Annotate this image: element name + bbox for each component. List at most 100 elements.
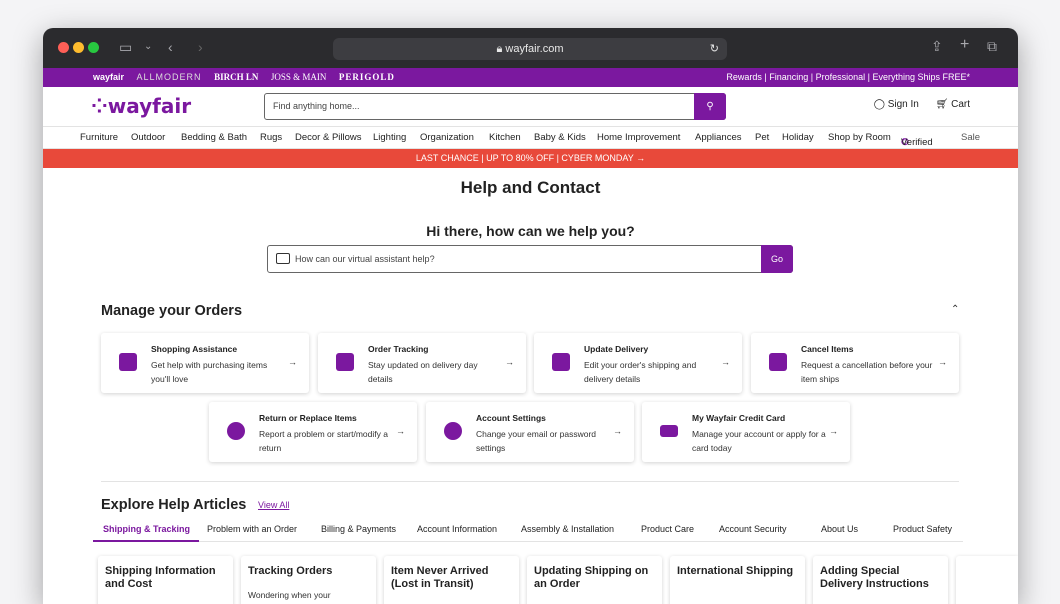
tab-account-information[interactable]: Account Information — [417, 524, 497, 534]
zoom-window-button[interactable] — [88, 42, 99, 53]
chat-icon — [276, 253, 290, 264]
search-button[interactable]: ⚲ — [694, 93, 726, 120]
article-card[interactable]: International Shipping — [670, 556, 805, 604]
article-card[interactable]: Updating Shipping on an Order — [527, 556, 662, 604]
page-title: Help and Contact — [460, 178, 601, 197]
article-card[interactable]: Item Never Arrived (Lost in Transit) — [384, 556, 519, 604]
tab-problem-order[interactable]: Problem with an Order — [207, 524, 297, 534]
brand-link-wayfair[interactable]: wayfair — [93, 72, 124, 82]
card-desc: Report a problem or start/modify a retur… — [259, 429, 388, 453]
nav-rugs[interactable]: Rugs — [260, 132, 282, 143]
back-icon[interactable]: ‹ — [168, 40, 173, 54]
reload-icon[interactable]: ↻ — [710, 38, 719, 60]
brand-link-perigold[interactable]: PERIGOLD — [339, 72, 395, 82]
tab-product-care[interactable]: Product Care — [641, 524, 694, 534]
promo-bar: wayfair ALLMODERN BIRCH LN JOSS & MAIN P… — [43, 68, 1018, 87]
nav-appliances[interactable]: Appliances — [695, 132, 741, 143]
chevron-up-icon[interactable]: ⌃ — [951, 304, 959, 315]
nav-verified-label: Verified — [901, 137, 933, 148]
site-header: ⁘wayfair Find anything home... ⚲ ◯ Sign … — [43, 87, 1018, 127]
manage-orders-heading: Manage your Orders — [101, 303, 243, 319]
help-greeting: Hi there, how can we help you? — [426, 223, 635, 239]
credit-card-card[interactable]: My Wayfair Credit Card Manage your accou… — [642, 402, 850, 462]
article-title: Item Never Arrived (Lost in Transit) — [391, 565, 489, 590]
active-tab-indicator — [93, 540, 199, 542]
nav-baby-kids[interactable]: Baby & Kids — [534, 132, 586, 143]
view-all-link[interactable]: View All — [258, 500, 289, 510]
search-input[interactable]: Find anything home... ⚲ — [264, 93, 726, 120]
nav-kitchen[interactable]: Kitchen — [489, 132, 521, 143]
go-button[interactable]: Go — [761, 245, 793, 273]
browser-toolbar: ▭ ⌄ ‹ › 🔒︎ wayfair.com ↻ ⇪ + ⧉ — [43, 28, 1018, 68]
arrow-right-icon: → — [396, 426, 405, 436]
cart-link[interactable]: Cart — [951, 99, 970, 110]
arrow-right-icon: → — [613, 426, 622, 436]
article-title: Updating Shipping on an Order — [534, 565, 649, 590]
card-desc: Change your email or password settings — [476, 429, 597, 453]
shopping-assistance-card[interactable]: Shopping Assistance Get help with purcha… — [101, 333, 309, 393]
gear-icon — [444, 422, 462, 440]
card-title: Update Delivery — [584, 344, 649, 354]
account-settings-card[interactable]: Account Settings Change your email or pa… — [426, 402, 634, 462]
order-tracking-card[interactable]: Order Tracking Stay updated on delivery … — [318, 333, 526, 393]
url-text: wayfair.com — [505, 43, 564, 55]
nav-bedding-bath[interactable]: Bedding & Bath — [181, 132, 247, 143]
tab-billing-payments[interactable]: Billing & Payments — [321, 524, 396, 534]
nav-holiday[interactable]: Holiday — [782, 132, 814, 143]
nav-organization[interactable]: Organization — [420, 132, 474, 143]
nav-decor-pillows[interactable]: Decor & Pillows — [295, 132, 362, 143]
close-window-button[interactable] — [58, 42, 69, 53]
nav-shop-by-room[interactable]: Shop by Room — [828, 132, 891, 143]
article-card-partial[interactable] — [956, 556, 1018, 604]
tabs-overview-icon[interactable]: ⧉ — [987, 39, 997, 53]
sidebar-icon[interactable]: ▭ — [119, 40, 132, 54]
card-desc: Request a cancellation before your item … — [801, 360, 933, 384]
tab-about-us[interactable]: About Us — [821, 524, 858, 534]
brand-link-jossmain[interactable]: JOSS & MAIN — [271, 72, 327, 82]
promo-links[interactable]: Rewards | Financing | Professional | Eve… — [726, 68, 970, 87]
minimize-window-button[interactable] — [73, 42, 84, 53]
nav-home-improvement[interactable]: Home Improvement — [597, 132, 680, 143]
arrow-right-icon: → — [288, 357, 297, 367]
shopping-bag-icon — [119, 353, 137, 371]
card-title: Shopping Assistance — [151, 344, 238, 354]
arrow-right-icon: → — [505, 357, 514, 367]
sign-in-link[interactable]: Sign In — [888, 99, 919, 110]
arrow-right-icon: → — [938, 357, 947, 367]
nav-lighting[interactable]: Lighting — [373, 132, 406, 143]
address-bar[interactable]: 🔒︎ wayfair.com ↻ — [333, 38, 727, 60]
card-title: My Wayfair Credit Card — [692, 413, 786, 423]
nav-outdoor[interactable]: Outdoor — [131, 132, 165, 143]
return-replace-card[interactable]: Return or Replace Items Report a problem… — [209, 402, 417, 462]
article-card[interactable]: Tracking Orders Wondering when your — [241, 556, 376, 604]
article-desc: Wondering when your — [248, 590, 331, 600]
article-card[interactable]: Adding Special Delivery Instructions — [813, 556, 948, 604]
new-tab-icon[interactable]: + — [960, 37, 969, 53]
wayfair-logo[interactable]: ⁘wayfair — [91, 94, 191, 118]
truck-icon — [336, 353, 354, 371]
user-icon[interactable]: ◯ — [874, 99, 885, 110]
assistant-input[interactable]: How can our virtual assistant help? Go — [267, 245, 793, 273]
cancel-items-card[interactable]: Cancel Items Request a cancellation befo… — [751, 333, 959, 393]
nav-pet[interactable]: Pet — [755, 132, 769, 143]
cart-icon[interactable]: 🛒︎ — [936, 99, 949, 110]
card-desc: Edit your order's shipping and delivery … — [584, 360, 697, 384]
tab-shipping-tracking[interactable]: Shipping & Tracking — [103, 524, 190, 534]
nav-furniture[interactable]: Furniture — [80, 132, 118, 143]
brand-link-allmodern[interactable]: ALLMODERN — [137, 72, 202, 82]
brand-link-birchlane[interactable]: BIRCH LN — [214, 72, 258, 82]
card-title: Account Settings — [476, 413, 546, 423]
forward-icon[interactable]: › — [198, 40, 203, 54]
nav-sale[interactable]: Sale — [961, 132, 980, 143]
article-tabs: Shipping & Tracking Problem with an Orde… — [93, 518, 963, 542]
arrow-right-icon: → — [721, 357, 730, 367]
promo-banner[interactable]: LAST CHANCE | UP TO 80% OFF | CYBER MOND… — [43, 149, 1018, 168]
tab-account-security[interactable]: Account Security — [719, 524, 787, 534]
tab-assembly-installation[interactable]: Assembly & Installation — [521, 524, 614, 534]
tab-product-safety[interactable]: Product Safety — [893, 524, 952, 534]
share-icon[interactable]: ⇪ — [931, 39, 943, 53]
chevron-down-icon[interactable]: ⌄ — [144, 40, 152, 54]
article-card[interactable]: Shipping Information and Cost — [98, 556, 233, 604]
article-title: Tracking Orders — [248, 565, 333, 577]
update-delivery-card[interactable]: Update Delivery Edit your order's shippi… — [534, 333, 742, 393]
